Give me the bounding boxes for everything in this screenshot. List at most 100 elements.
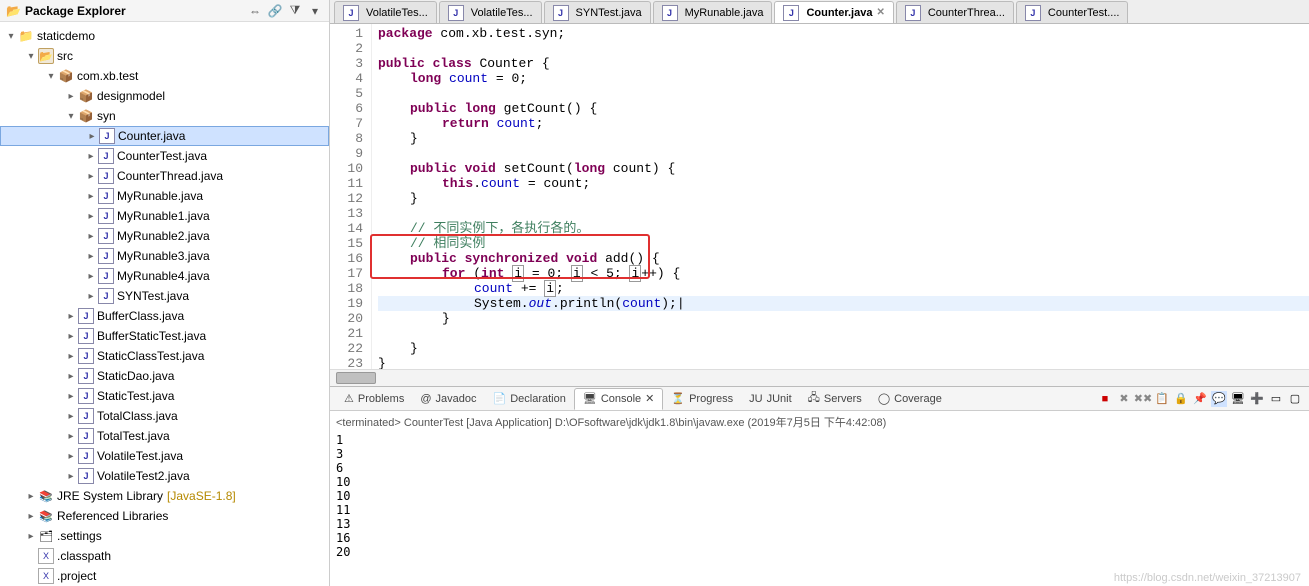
code-line[interactable]: // 相同实例 — [378, 236, 1309, 251]
code-editor[interactable]: 1234567891011121314151617181920212223 pa… — [330, 24, 1309, 369]
remove-launch-icon[interactable]: ✖ — [1116, 391, 1132, 407]
tab-label: Progress — [689, 393, 733, 405]
code-line[interactable]: } — [378, 191, 1309, 206]
link-editor-icon[interactable]: 🔗 — [267, 3, 283, 19]
tree-label: staticdemo — [37, 29, 95, 43]
tree-file[interactable]: ▸VolatileTest.java — [0, 446, 329, 466]
code-line[interactable] — [378, 206, 1309, 221]
bottom-tab-javadoc[interactable]: @Javadoc — [412, 388, 484, 410]
editor-tab[interactable]: Counter.java✕ — [774, 1, 893, 23]
editor-tab[interactable]: CounterTest.... — [1016, 1, 1129, 23]
code-line[interactable] — [378, 86, 1309, 101]
collapse-all-icon[interactable]: ⇔ — [247, 3, 263, 19]
package-icon — [58, 68, 74, 84]
tree-file[interactable]: ▸BufferStaticTest.java — [0, 326, 329, 346]
tree-file[interactable]: ▸MyRunable2.java — [0, 226, 329, 246]
bottom-tab-servers[interactable]: 🖧Servers — [800, 388, 870, 410]
maximize-icon[interactable]: ▢ — [1287, 391, 1303, 407]
code-line[interactable]: public void setCount(long count) { — [378, 161, 1309, 176]
tree-classpath[interactable]: .classpath — [0, 546, 329, 566]
library-icon — [38, 488, 54, 504]
filter-icon[interactable]: ⧩ — [287, 3, 303, 19]
terminate-icon[interactable]: ■ — [1097, 391, 1113, 407]
code-line[interactable] — [378, 326, 1309, 341]
tree-file[interactable]: ▸MyRunable.java — [0, 186, 329, 206]
tree-file[interactable]: ▸MyRunable3.java — [0, 246, 329, 266]
tree-jre[interactable]: ▸ JRE System Library [JavaSE-1.8] — [0, 486, 329, 506]
tree-file[interactable]: ▸VolatileTest2.java — [0, 466, 329, 486]
code-line[interactable]: public synchronized void add() { — [378, 251, 1309, 266]
tree-file[interactable]: ▸TotalClass.java — [0, 406, 329, 426]
code-line[interactable]: } — [378, 356, 1309, 369]
tab-label: Coverage — [894, 393, 942, 405]
console-output[interactable]: 1 3 6 10 10 11 13 16 20 — [330, 433, 1309, 586]
pin-console-icon[interactable]: 📌 — [1192, 391, 1208, 407]
tree-referenced[interactable]: ▸ Referenced Libraries — [0, 506, 329, 526]
new-console-icon[interactable]: ➕ — [1249, 391, 1265, 407]
editor-tab[interactable]: VolatileTes... — [439, 1, 542, 23]
code-line[interactable]: package com.xb.test.syn; — [378, 26, 1309, 41]
code-line[interactable]: public class Counter { — [378, 56, 1309, 71]
tree-settings[interactable]: ▸ .settings — [0, 526, 329, 546]
tree-package-syn[interactable]: ▾ syn — [0, 106, 329, 126]
bottom-tab-coverage[interactable]: ◯Coverage — [870, 388, 950, 410]
bottom-tab-problems[interactable]: ⚠Problems — [336, 388, 412, 410]
java-file-icon — [98, 288, 114, 304]
line-number-gutter: 1234567891011121314151617181920212223 — [330, 24, 372, 369]
bottom-tab-junit[interactable]: JUJUnit — [741, 388, 800, 410]
scroll-lock-icon[interactable]: 🔒 — [1173, 391, 1189, 407]
bottom-tab-declaration[interactable]: 📄Declaration — [485, 388, 574, 410]
tree-file[interactable]: ▸MyRunable1.java — [0, 206, 329, 226]
view-menu-icon[interactable]: ▾ — [307, 3, 323, 19]
tree-label: BufferClass.java — [97, 309, 184, 323]
tree-file[interactable]: ▸SYNTest.java — [0, 286, 329, 306]
code-line[interactable]: return count; — [378, 116, 1309, 131]
code-line[interactable]: } — [378, 131, 1309, 146]
bottom-tab-progress[interactable]: ⏳Progress — [663, 388, 741, 410]
code-line[interactable]: // 不同实例下，各执行各的。 — [378, 221, 1309, 236]
code-line[interactable]: this.count = count; — [378, 176, 1309, 191]
code-line[interactable]: count += i; — [378, 281, 1309, 296]
close-icon[interactable]: ✕ — [876, 7, 884, 18]
tree-package[interactable]: ▾ com.xb.test — [0, 66, 329, 86]
package-explorer-title: Package Explorer — [25, 4, 126, 18]
tree-file[interactable]: ▸Counter.java — [0, 126, 329, 146]
code-line[interactable] — [378, 41, 1309, 56]
code-line[interactable] — [378, 146, 1309, 161]
tree-package-designmodel[interactable]: ▸ designmodel — [0, 86, 329, 106]
code-line[interactable]: System.out.println(count);| — [378, 296, 1309, 311]
code-line[interactable]: for (int i = 0; i < 5; i++) { — [378, 266, 1309, 281]
code-line[interactable]: long count = 0; — [378, 71, 1309, 86]
java-file-icon — [98, 148, 114, 164]
tree-file[interactable]: ▸CounterThread.java — [0, 166, 329, 186]
display-console-icon[interactable]: 💬 — [1211, 391, 1227, 407]
java-file-icon — [783, 5, 799, 21]
remove-all-icon[interactable]: ✖✖ — [1135, 391, 1151, 407]
editor-tab[interactable]: SYNTest.java — [544, 1, 651, 23]
tree-file[interactable]: ▸TotalTest.java — [0, 426, 329, 446]
tree-file[interactable]: ▸StaticTest.java — [0, 386, 329, 406]
tree-file[interactable]: ▸MyRunable4.java — [0, 266, 329, 286]
editor-tab[interactable]: VolatileTes... — [334, 1, 437, 23]
java-file-icon — [78, 308, 94, 324]
editor-tab[interactable]: MyRunable.java — [653, 1, 773, 23]
code-line[interactable]: } — [378, 311, 1309, 326]
tree-project[interactable]: ▾ staticdemo — [0, 26, 329, 46]
tree-file[interactable]: ▸CounterTest.java — [0, 146, 329, 166]
clear-console-icon[interactable]: 📋 — [1154, 391, 1170, 407]
tree-file[interactable]: ▸StaticClassTest.java — [0, 346, 329, 366]
editor-horizontal-scrollbar[interactable] — [330, 369, 1309, 386]
tree-file[interactable]: ▸StaticDao.java — [0, 366, 329, 386]
project-tree[interactable]: ▾ staticdemo ▾ src ▾ com.xb.test ▸ desig… — [0, 22, 329, 586]
tree-src[interactable]: ▾ src — [0, 46, 329, 66]
bottom-tab-console[interactable]: 🖥Console ✕ — [574, 388, 664, 410]
minimize-icon[interactable]: ▭ — [1268, 391, 1284, 407]
code-line[interactable]: public long getCount() { — [378, 101, 1309, 116]
scrollbar-thumb[interactable] — [336, 372, 376, 384]
tree-file[interactable]: ▸BufferClass.java — [0, 306, 329, 326]
editor-tab[interactable]: CounterThrea... — [896, 1, 1014, 23]
code-area[interactable]: package com.xb.test.syn; public class Cou… — [372, 24, 1309, 369]
tree-projectfile[interactable]: .project — [0, 566, 329, 586]
open-console-icon[interactable]: 🖥 — [1230, 391, 1246, 407]
code-line[interactable]: } — [378, 341, 1309, 356]
